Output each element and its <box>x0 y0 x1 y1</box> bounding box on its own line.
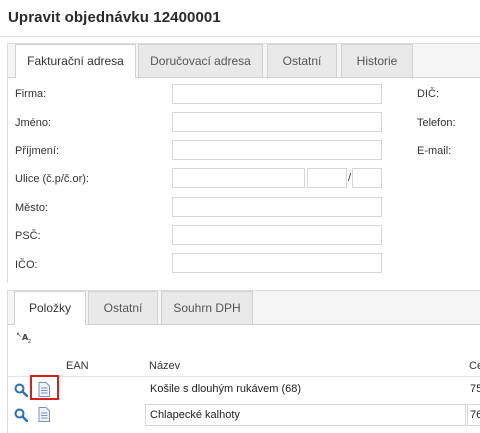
ulice-input[interactable] <box>172 168 305 188</box>
table-row[interactable]: Košile s dlouhým rukávem (68) 75 <box>8 377 480 403</box>
ico-label: IČO: <box>15 259 38 271</box>
page-title: Upravit objednávku 12400001 <box>8 9 221 26</box>
row-cena: 75 <box>470 383 480 395</box>
tab-dorucovaci-adresa[interactable]: Doručovací adresa <box>138 44 263 77</box>
jmeno-input[interactable] <box>172 112 382 132</box>
svg-text:↖: ↖ <box>16 331 22 339</box>
email-label: E-mail: <box>417 145 452 157</box>
firma-input[interactable] <box>172 84 382 104</box>
mesto-input[interactable] <box>172 197 382 217</box>
document-icon-highlight <box>30 375 59 400</box>
column-ean[interactable]: EAN <box>66 360 89 372</box>
header-divider <box>0 36 480 37</box>
ico-input[interactable] <box>172 253 382 273</box>
dic-label: DIČ: <box>417 88 439 100</box>
tab-ostatni-items[interactable]: Ostatní <box>88 291 158 324</box>
jmeno-label: Jméno: <box>15 117 52 129</box>
prijmeni-label: Příjmení: <box>15 145 60 157</box>
sort-az-icon[interactable]: ↖ A z <box>16 330 36 344</box>
column-nazev[interactable]: Název <box>149 360 180 372</box>
svg-text:z: z <box>28 338 31 344</box>
row-cena: 76 <box>470 409 480 421</box>
grid-header: EAN Název Ce <box>8 356 480 377</box>
row-nazev: Chlapecké kalhoty <box>150 409 240 421</box>
table-row[interactable]: Chlapecké kalhoty 76 <box>8 403 480 429</box>
address-panel: Fakturační adresa Doručovací adresa Osta… <box>7 43 480 283</box>
prijmeni-input[interactable] <box>172 140 382 160</box>
ulice-label: Ulice (č.p/č.or): <box>15 173 89 185</box>
document-icon[interactable] <box>38 407 50 422</box>
column-cena[interactable]: Ce <box>469 360 480 372</box>
tab-historie[interactable]: Historie <box>341 44 413 77</box>
psc-label: PSČ: <box>15 230 41 242</box>
tab-ostatni[interactable]: Ostatní <box>267 44 337 77</box>
tab-souhrn-dph[interactable]: Souhrn DPH <box>161 291 253 324</box>
magnifier-icon[interactable] <box>14 383 28 397</box>
telefon-label: Telefon: <box>417 117 456 129</box>
cislo-orientacni-input[interactable] <box>352 168 382 188</box>
cislo-popisne-input[interactable] <box>307 168 347 188</box>
tab-polozky[interactable]: Položky <box>14 291 86 325</box>
page-header: Upravit objednávku 12400001 <box>0 0 480 36</box>
mesto-label: Město: <box>15 202 49 214</box>
firma-label: Firma: <box>15 88 47 100</box>
tab-fakturacni-adresa[interactable]: Fakturační adresa <box>15 44 136 78</box>
ulice-separator: / <box>348 172 352 184</box>
psc-input[interactable] <box>172 225 382 245</box>
row-nazev: Košile s dlouhým rukávem (68) <box>150 383 302 395</box>
magnifier-icon[interactable] <box>14 408 28 422</box>
